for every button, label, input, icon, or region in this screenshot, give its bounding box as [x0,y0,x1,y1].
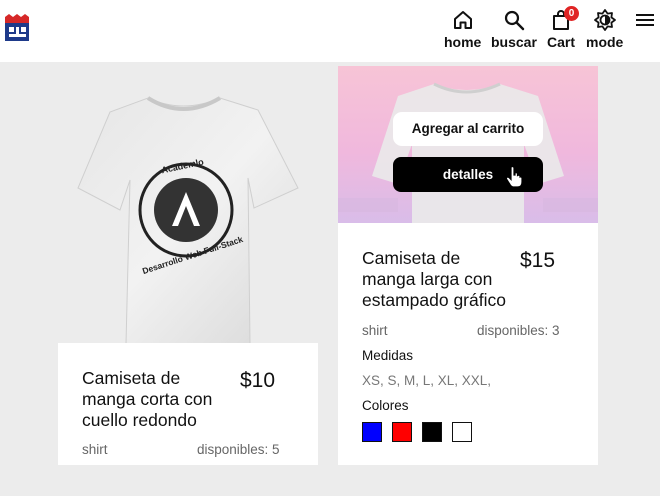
nav-cart[interactable]: 0 Cart [547,6,579,50]
product-title-1[interactable]: Camiseta de manga corta con cuello redon… [82,368,212,431]
cart-icon-wrap: 0 [549,6,579,32]
nav-mode-label: mode [586,34,624,50]
nav-search[interactable]: buscar [491,8,537,50]
product-image-2[interactable]: Agregar al carrito detalles [338,66,598,223]
color-swatch-black[interactable] [422,422,442,442]
product-title-2-line3: estampado gráfico [362,290,506,310]
product-card-1: Camiseta de manga corta con cuello redon… [58,343,318,465]
top-navbar: home buscar 0 Cart mode [0,0,660,62]
color-swatch-blue[interactable] [362,422,382,442]
sizes-label: Medidas [362,348,414,363]
product-price-2: $15 [520,249,556,272]
nav-search-label: buscar [491,34,537,50]
product-card-2: Camiseta de manga larga con estampado gr… [338,223,598,465]
product-stock-2: disponibles: 3 [477,323,560,338]
nav-home[interactable]: home [444,8,481,50]
add-to-cart-button[interactable]: Agregar al carrito [393,112,543,146]
product-title-2-line2: manga larga con [362,269,493,289]
colors-label: Colores [362,398,409,413]
cart-count-badge: 0 [564,6,579,21]
sizes-list[interactable]: XS, S, M, L, XL, XXL, [362,373,491,388]
product-category-1: shirt [82,442,108,457]
hand-pointer-cursor-icon [505,166,523,188]
product-price-1: $10 [240,369,276,392]
product-title-2-line1: Camiseta de [362,248,461,268]
theme-mode-icon [593,9,616,31]
product-title-1-line1: Camiseta de [82,368,181,388]
brand-logo[interactable] [3,13,31,43]
product-title-2[interactable]: Camiseta de manga larga con estampado gr… [362,248,506,311]
color-swatch-white[interactable] [452,422,472,442]
nav-home-label: home [444,34,482,50]
hamburger-menu-icon[interactable] [634,11,656,29]
product-image-1[interactable]: Academlo Desarrollo Web Full-Stack [58,68,318,345]
nav-mode[interactable]: mode [586,8,623,50]
tshirt-image [77,96,299,345]
product-category-2: shirt [362,323,388,338]
nav-cart-label: Cart [547,34,576,50]
product-stock-1: disponibles: 5 [197,442,280,457]
color-swatch-red[interactable] [392,422,412,442]
product-title-1-line3: cuello redondo [82,410,197,430]
home-icon [453,11,472,29]
search-icon [504,10,525,31]
product-title-1-line2: manga corta con [82,389,213,409]
